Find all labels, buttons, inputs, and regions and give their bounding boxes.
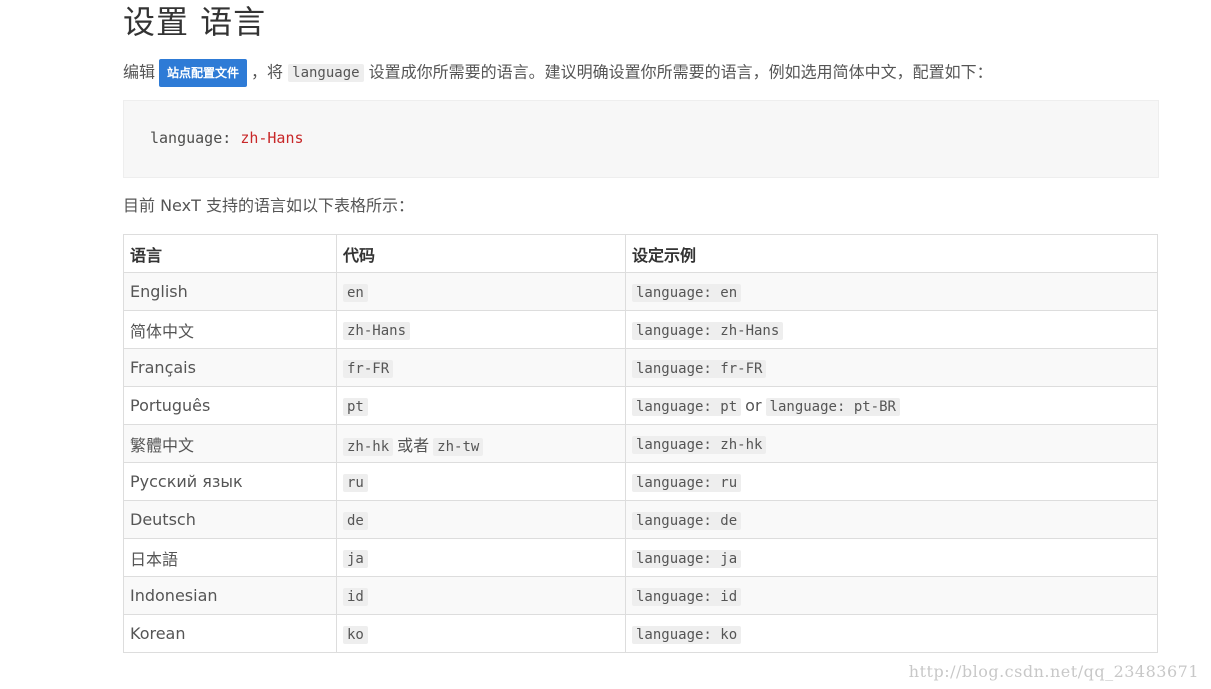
table-row: English en language: en <box>123 272 1158 311</box>
code-connector: 或者 <box>397 435 430 455</box>
table-row: Korean ko language: ko <box>123 614 1158 653</box>
cell-language: Русский язык <box>123 462 337 501</box>
cell-language: Français <box>123 348 337 387</box>
code-value: zh-Hans <box>343 322 411 340</box>
table-row: Português pt language: pt or language: pt-… <box>123 386 1158 425</box>
example-value: language: zh-hk <box>632 436 767 454</box>
example-value: language: pt <box>632 398 742 416</box>
watermark: http://blog.csdn.net/qq_23483671 <box>908 662 1199 681</box>
code-alt-value: zh-tw <box>433 437 484 456</box>
cell-example: language: zh-hk <box>625 424 1158 463</box>
example-value: language: ru <box>632 474 742 492</box>
example-value: language: de <box>632 512 742 530</box>
cell-code: id <box>336 576 626 615</box>
cell-code: ja <box>336 538 626 577</box>
example-value: language: en <box>632 284 742 302</box>
cell-language: 简体中文 <box>123 310 337 349</box>
example-value: language: id <box>632 588 742 606</box>
header-example: 设定示例 <box>625 234 1158 273</box>
example-value: language: ja <box>632 550 742 568</box>
config-code-line: language: zh-Hans <box>150 129 304 147</box>
language-table: 语言 代码 设定示例 English en language: en 简体中文 … <box>123 234 1158 653</box>
code-value: pt <box>343 398 368 416</box>
example-value: language: fr-FR <box>632 360 767 378</box>
cell-example: language: id <box>625 576 1158 615</box>
site-config-link[interactable]: 站点配置文件 <box>159 58 248 87</box>
cell-code: ru <box>336 462 626 501</box>
cell-example: language: ko <box>625 614 1158 653</box>
config-key: language: <box>150 129 232 147</box>
cell-language: Indonesian <box>123 576 337 615</box>
table-intro: 目前 NexT 支持的语言如以下表格所示： <box>123 196 414 215</box>
table-row: 繁體中文 zh-hk 或者 zh-tw language: zh-hk <box>123 424 1158 463</box>
table-header-row: 语言 代码 设定示例 <box>123 234 1158 273</box>
page-title: 设置 语言 <box>123 3 267 41</box>
code-value: ko <box>343 626 368 644</box>
cell-example: language: fr-FR <box>625 348 1158 387</box>
code-value: de <box>343 512 368 530</box>
table-row: 日本語 ja language: ja <box>123 538 1158 577</box>
cell-language: 日本語 <box>123 538 337 577</box>
code-value: en <box>343 284 368 302</box>
table-row: Русский язык ru language: ru <box>123 462 1158 501</box>
code-value: ja <box>343 550 368 568</box>
cell-code: zh-Hans <box>336 310 626 349</box>
example-value: language: zh-Hans <box>632 322 784 340</box>
cell-language: Português <box>123 386 337 425</box>
cell-code: fr-FR <box>336 348 626 387</box>
example-alt-value: language: pt-BR <box>765 398 900 416</box>
table-row: 简体中文 zh-Hans language: zh-Hans <box>123 310 1158 349</box>
cell-language: Korean <box>123 614 337 653</box>
header-code: 代码 <box>336 234 626 273</box>
table-row: Indonesian id language: id <box>123 576 1158 615</box>
cell-language: English <box>123 272 337 311</box>
intro-suffix: 设置成你所需要的语言。建议明确设置你所需要的语言，例如选用简体中文，配置如下： <box>368 62 993 82</box>
cell-example: language: zh-Hans <box>625 310 1158 349</box>
cell-example: language: ru <box>625 462 1158 501</box>
code-value: ru <box>343 474 368 492</box>
cell-example: language: en <box>625 272 1158 311</box>
table-row: Français fr-FR language: fr-FR <box>123 348 1158 387</box>
config-value: zh-Hans <box>240 129 304 147</box>
cell-code: de <box>336 500 626 539</box>
cell-language: 繁體中文 <box>123 424 337 463</box>
cell-example: language: ja <box>625 538 1158 577</box>
cell-example: language: de <box>625 500 1158 539</box>
language-inline-code: language <box>288 63 364 82</box>
header-language: 语言 <box>123 234 337 273</box>
example-value: language: ko <box>632 626 742 644</box>
code-value: id <box>343 588 368 606</box>
intro-prefix: 编辑 <box>123 62 156 82</box>
example-connector: or <box>745 396 762 415</box>
cell-code: pt <box>336 386 626 425</box>
table-row: Deutsch de language: de <box>123 500 1158 539</box>
cell-code: ko <box>336 614 626 653</box>
intro-comma: ，将 <box>251 62 284 82</box>
intro-paragraph: 编辑 站点配置文件 ，将 language 设置成你所需要的语言。建议明确设置你所需… <box>123 58 993 87</box>
cell-code: zh-hk 或者 zh-tw <box>336 424 626 463</box>
config-code-block: language: zh-Hans <box>123 100 1159 178</box>
code-value: zh-hk <box>343 437 394 456</box>
cell-example: language: pt or language: pt-BR <box>625 386 1158 425</box>
cell-language: Deutsch <box>123 500 337 539</box>
code-value: fr-FR <box>343 360 394 378</box>
cell-code: en <box>336 272 626 311</box>
